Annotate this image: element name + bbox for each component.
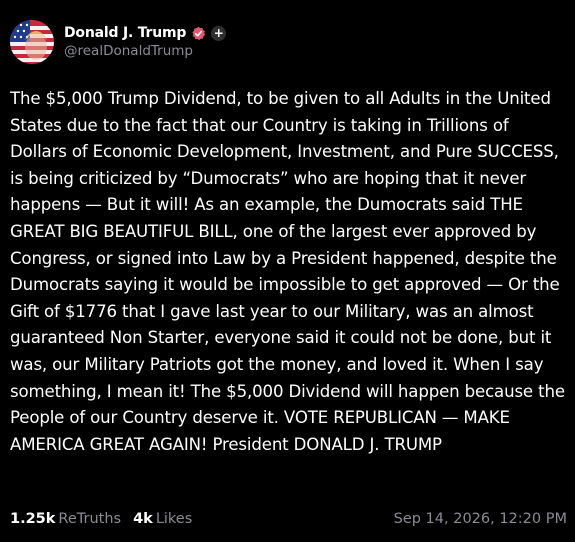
flag-avatar-image [10,20,54,64]
post-timestamp[interactable]: Sep 14, 2026, 12:20 PM [394,511,567,527]
likes-label: Likes [155,511,193,527]
avatar[interactable] [10,20,54,64]
retruths-stat[interactable]: 1.25k ReTruths [10,511,121,527]
author-handle[interactable]: @realDonaldTrump [64,43,226,59]
retruths-label: ReTruths [58,511,122,527]
author-display-name[interactable]: Donald J. Trump [64,25,186,41]
author-name-row: Donald J. Trump + [64,25,227,41]
author-info: Donald J. Trump + @realDonaldTrump [64,25,227,59]
post-header: Donald J. Trump + @realDonaldTrump [10,17,563,67]
likes-count: 4k [133,511,153,527]
verified-badge-icon [191,26,206,41]
post-footer: 1.25k ReTruths 4k Likes Sep 14, 2026, 12:2… [10,511,567,527]
retruths-count: 1.25k [10,511,56,527]
likes-stat[interactable]: 4k Likes [133,511,192,527]
post-text: The $5,000 Trump Dividend, to be given t… [10,89,565,454]
post-card: Donald J. Trump + @realDonaldTrump The $… [0,0,575,542]
plus-badge-icon: + [211,25,227,41]
